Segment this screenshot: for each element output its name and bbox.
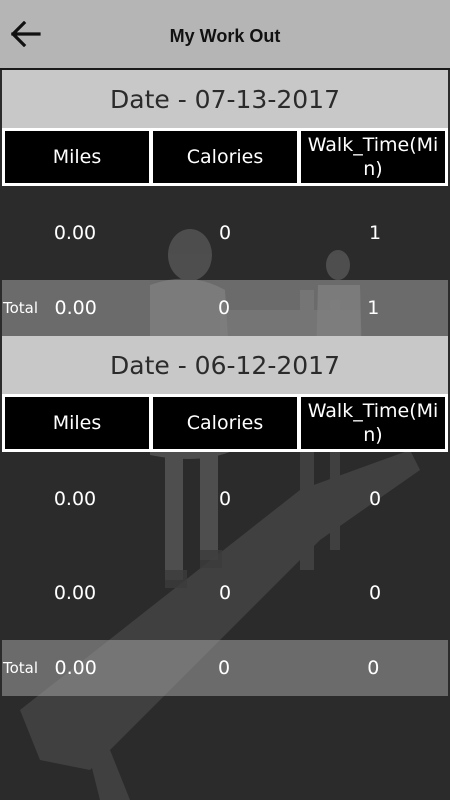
miles-value: 0.00 bbox=[53, 582, 97, 604]
column-header-walk-time: Walk_Time(Min) bbox=[301, 397, 445, 449]
workout-date: Date - 06-12-2017 bbox=[2, 336, 448, 394]
table-row: 0.00 0 0 bbox=[0, 452, 450, 546]
column-header-miles: Miles bbox=[5, 397, 149, 449]
walk-time-value: 0 bbox=[368, 582, 382, 604]
total-label: Total bbox=[3, 299, 39, 317]
back-button[interactable] bbox=[6, 12, 46, 56]
total-walk-time-value: 0 bbox=[367, 657, 380, 679]
page-title: My Work Out bbox=[169, 26, 281, 46]
total-label: Total bbox=[3, 659, 39, 677]
column-header-miles: Miles bbox=[5, 131, 149, 183]
total-walk-time-value: 1 bbox=[367, 297, 380, 319]
column-header-calories: Calories bbox=[153, 131, 297, 183]
miles-value: 0.00 bbox=[53, 222, 97, 244]
table-row: 0.00 0 0 bbox=[0, 546, 450, 640]
table-row: 0.00 0 1 bbox=[0, 186, 450, 280]
total-calories-value: 0 bbox=[217, 297, 231, 319]
workout-card: Date - 07-13-2017 Miles Calories Walk_Ti… bbox=[0, 70, 450, 336]
miles-value: 0.00 bbox=[53, 488, 97, 510]
app-screen: My Work Out Date - 07-13-2017 Miles Calo… bbox=[0, 0, 450, 800]
column-header-calories: Calories bbox=[153, 397, 297, 449]
walk-time-value: 1 bbox=[368, 222, 382, 244]
workout-card: Date - 06-12-2017 Miles Calories Walk_Ti… bbox=[0, 336, 450, 696]
calories-value: 0 bbox=[218, 488, 232, 510]
arrow-left-icon bbox=[11, 21, 41, 47]
column-header-walk-time: Walk_Time(Min) bbox=[301, 131, 445, 183]
calories-value: 0 bbox=[218, 582, 232, 604]
walk-time-value: 0 bbox=[368, 488, 382, 510]
total-row: Total 0.00 0 0 bbox=[2, 640, 448, 696]
total-calories-value: 0 bbox=[217, 657, 231, 679]
calories-value: 0 bbox=[218, 222, 232, 244]
app-header: My Work Out bbox=[0, 0, 450, 70]
total-row: Total 0.00 0 1 bbox=[2, 280, 448, 336]
column-header-row: Miles Calories Walk_Time(Min) bbox=[2, 128, 448, 186]
column-header-row: Miles Calories Walk_Time(Min) bbox=[2, 394, 448, 452]
workout-date: Date - 07-13-2017 bbox=[2, 70, 448, 128]
workout-list[interactable]: Date - 07-13-2017 Miles Calories Walk_Ti… bbox=[0, 70, 450, 696]
